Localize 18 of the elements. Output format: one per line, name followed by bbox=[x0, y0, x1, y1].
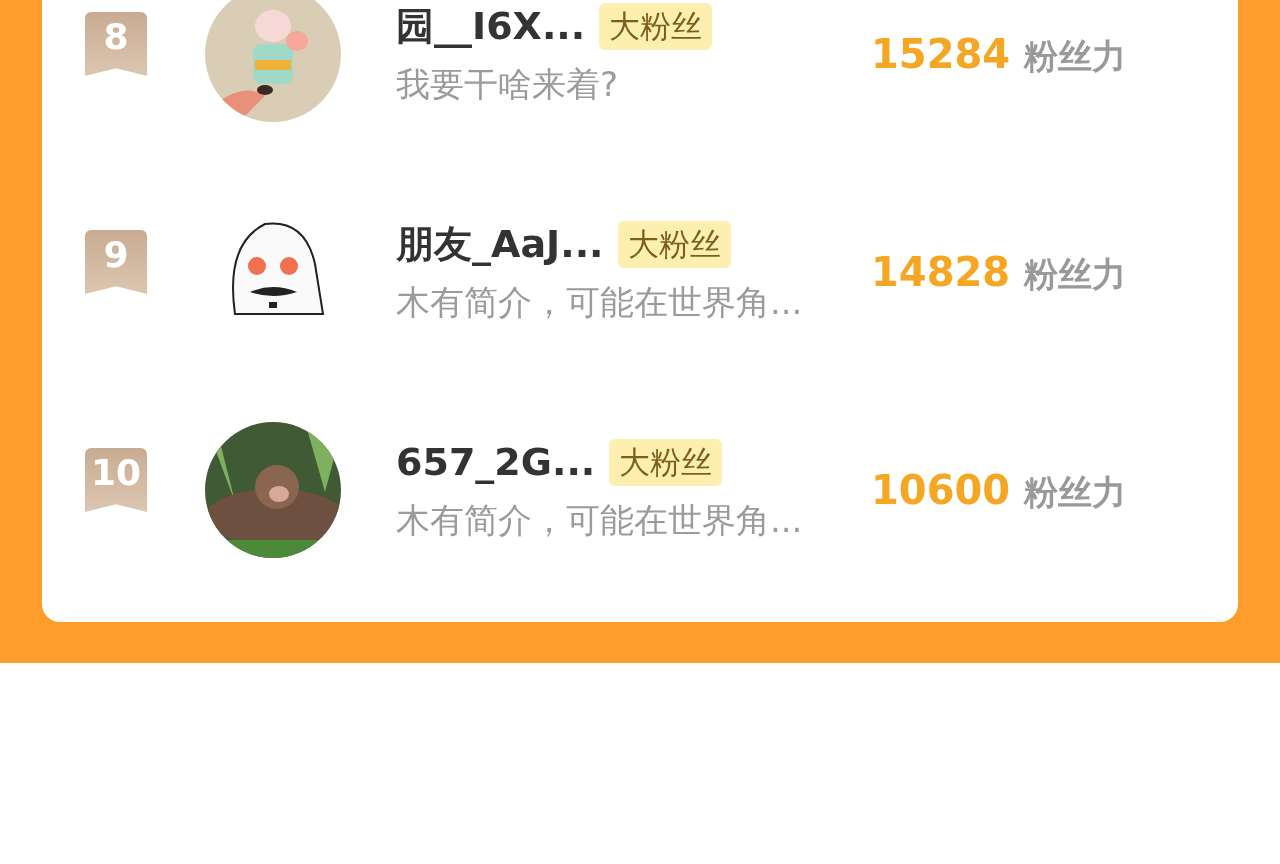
rank-flag: 8 bbox=[85, 12, 147, 76]
score-unit: 粉丝力 bbox=[1024, 471, 1127, 514]
user-name[interactable]: 园__I6X... bbox=[396, 0, 586, 55]
user-name[interactable]: 657_2G... bbox=[396, 434, 596, 491]
intro-text: 木有简介，可能在世界角... bbox=[396, 281, 804, 324]
intro-text: 木有简介，可能在世界角... bbox=[396, 499, 804, 542]
rank-flag: 9 bbox=[85, 230, 147, 294]
intro-text: 我要干啥来着? bbox=[396, 63, 620, 106]
fan-tag: 大粉丝 bbox=[617, 221, 731, 268]
fan-score: 14828 bbox=[871, 248, 1011, 297]
score-unit: 粉丝力 bbox=[1024, 35, 1127, 78]
fan-tag: 大粉丝 bbox=[609, 439, 723, 486]
rank-flag: 10 bbox=[85, 448, 147, 512]
fan-score: 10600 bbox=[871, 466, 1011, 515]
user-name[interactable]: 朋友_AaJ... bbox=[396, 216, 604, 273]
fan-score: 15284 bbox=[871, 30, 1011, 79]
score-unit: 粉丝力 bbox=[1024, 253, 1127, 296]
fan-tag: 大粉丝 bbox=[599, 3, 713, 50]
